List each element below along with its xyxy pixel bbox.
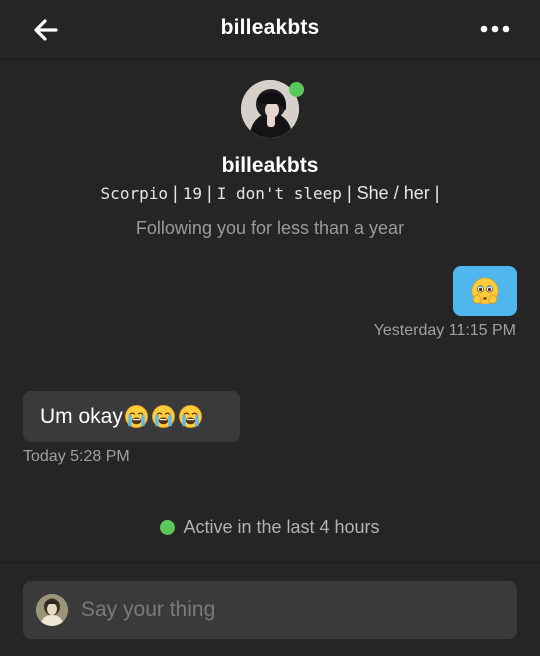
- activity-status: Active in the last 4 hours: [0, 517, 540, 538]
- more-horizontal-icon: [480, 25, 510, 33]
- incoming-message-bubble[interactable]: Um okay: [23, 391, 240, 442]
- loudly-crying-face-icon: [151, 405, 175, 428]
- activity-status-text: Active in the last 4 hours: [183, 517, 380, 537]
- outgoing-message-bubble[interactable]: [453, 266, 517, 316]
- more-options-button[interactable]: [480, 18, 510, 40]
- bio-age: 19: [182, 184, 202, 203]
- profile-name[interactable]: billeakbts: [0, 154, 540, 178]
- loudly-crying-face-icon: [178, 405, 202, 428]
- message-input[interactable]: [81, 591, 501, 629]
- outgoing-message-timestamp: Yesterday 11:15 PM: [373, 322, 516, 339]
- bio-separator: |: [173, 183, 178, 203]
- active-indicator: [160, 520, 176, 535]
- bio-slash: /: [393, 183, 399, 203]
- top-bar: billeakbts: [0, 0, 540, 60]
- bio-sign: Scorpio: [100, 184, 168, 203]
- bio-separator: |: [434, 183, 440, 203]
- profile-avatar-button[interactable]: [241, 80, 304, 138]
- bio-pronoun-her: her: [403, 183, 430, 203]
- profile-bio: Scorpio | 19 | I don't sleep | She / her…: [0, 183, 540, 204]
- online-indicator: [289, 82, 304, 97]
- my-avatar[interactable]: [36, 594, 68, 626]
- composer-divider: [0, 562, 540, 563]
- follow-status: Following you for less than a year: [135, 218, 405, 238]
- incoming-message-timestamp: Today 5:28 PM: [23, 448, 130, 465]
- conversation-title[interactable]: billeakbts: [0, 16, 540, 40]
- emoji-group: [124, 404, 205, 429]
- face-holding-back-tears-icon: [471, 277, 499, 305]
- message-composer: [23, 581, 517, 639]
- bio-separator: |: [346, 183, 352, 203]
- bio-sleep: I don't sleep: [216, 184, 342, 203]
- loudly-crying-face-icon: [124, 405, 148, 428]
- bio-pronoun-she: She: [356, 183, 389, 203]
- bio-separator: |: [206, 183, 212, 203]
- incoming-message-text: Um okay: [40, 404, 123, 428]
